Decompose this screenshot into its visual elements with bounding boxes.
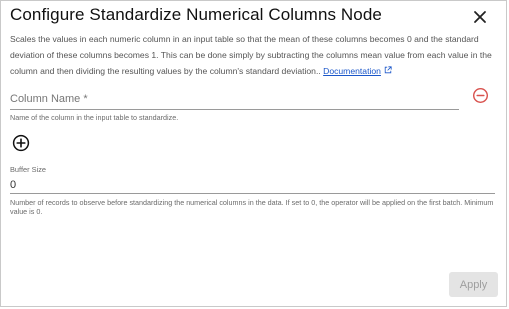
buffer-size-input[interactable] — [10, 177, 495, 193]
remove-circle-icon[interactable] — [472, 87, 489, 104]
column-name-input[interactable] — [10, 89, 459, 109]
column-name-helper: Name of the column in the input table to… — [10, 113, 179, 122]
buffer-size-field — [10, 175, 495, 194]
configure-node-dialog: Configure Standardize Numerical Columns … — [0, 0, 507, 307]
add-circle-icon[interactable] — [12, 134, 30, 152]
column-name-field — [10, 89, 459, 110]
close-icon[interactable] — [471, 8, 489, 26]
buffer-size-label: Buffer Size — [10, 165, 47, 174]
documentation-link-label: Documentation — [323, 66, 381, 76]
external-link-icon — [384, 66, 392, 74]
buffer-size-helper: Number of records to observe before stan… — [10, 198, 494, 216]
documentation-link[interactable]: Documentation — [323, 66, 381, 76]
apply-button[interactable]: Apply — [449, 272, 498, 297]
dialog-title: Configure Standardize Numerical Columns … — [10, 5, 382, 24]
dialog-description: Scales the values in each numeric column… — [10, 31, 498, 79]
description-text: Scales the values in each numeric column… — [10, 34, 492, 76]
